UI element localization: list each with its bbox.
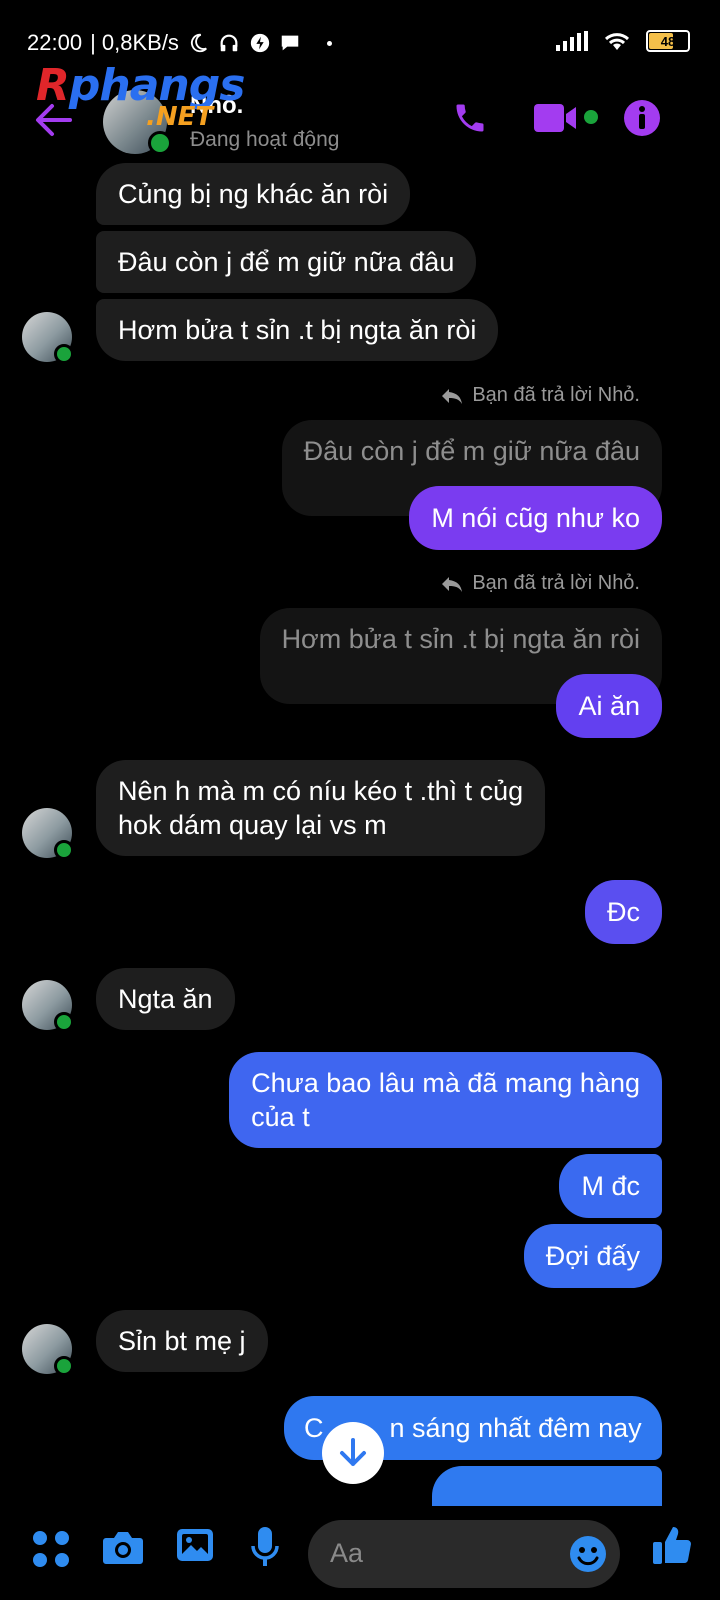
message-bubble[interactable]: Chưa bao lâu mà đã mang hàng của t <box>229 1052 662 1148</box>
wifi-icon <box>604 33 630 50</box>
reply-note: Bạn đã trả lời Nhỏ. <box>440 384 640 407</box>
watermark-part1: R <box>36 60 70 111</box>
online-indicator <box>54 344 74 364</box>
message-input[interactable]: Aa <box>308 1520 620 1588</box>
camera-icon[interactable] <box>102 1528 144 1566</box>
signal-icon <box>556 31 588 51</box>
info-icon[interactable] <box>622 98 662 138</box>
reply-note-text: Bạn đã trả lời Nhỏ. <box>472 572 640 594</box>
network-speed: | 0,8KB/s <box>90 30 179 55</box>
shield-bolt-icon <box>250 33 270 53</box>
arrow-down-icon <box>340 1438 366 1466</box>
battery-icon: 48 <box>646 30 690 52</box>
reply-note: Bạn đã trả lời Nhỏ. <box>440 572 640 595</box>
battery-level: 48 <box>660 33 676 49</box>
scroll-to-bottom-button[interactable] <box>322 1422 384 1484</box>
reply-icon <box>442 576 463 592</box>
message-bubble[interactable]: M nói cũg như ko <box>409 486 662 550</box>
thumbs-up-icon[interactable] <box>652 1524 692 1566</box>
online-indicator <box>54 1012 74 1032</box>
apps-menu-icon[interactable] <box>32 1530 70 1568</box>
emoji-icon[interactable] <box>568 1534 608 1574</box>
watermark-part3: .NET <box>146 102 214 132</box>
contact-avatar-small[interactable] <box>22 980 74 1032</box>
microphone-icon[interactable] <box>250 1526 280 1568</box>
message-line: Nên h mà m có níu kéo t .thì t củg <box>118 776 524 806</box>
message-bubble[interactable]: Ai ăn <box>556 674 662 738</box>
message-input-placeholder: Aa <box>330 1538 364 1568</box>
message-line: hok dám quay lại vs m <box>118 810 387 840</box>
message-bubble[interactable]: Sỉn bt mẹ j <box>96 1310 268 1372</box>
online-indicator <box>148 131 172 155</box>
message-bubble[interactable]: Đc <box>585 880 662 944</box>
message-bubble[interactable]: Nên h mà m có níu kéo t .thì t củg hok d… <box>96 760 546 856</box>
chat-header: Nhỏ. Đang hoạt động Rphangs .NET <box>0 60 720 164</box>
video-call-icon[interactable] <box>534 98 578 138</box>
reply-note-text: Bạn đã trả lời Nhỏ. <box>472 384 640 406</box>
video-active-indicator <box>584 110 598 124</box>
message-bubble[interactable]: Củng bị ng khác ăn ròi <box>96 163 411 225</box>
contact-avatar-small[interactable] <box>22 312 74 364</box>
contact-avatar-small[interactable] <box>22 808 74 860</box>
headphones-icon <box>220 34 238 52</box>
message-bubble[interactable]: Ngta ăn <box>96 968 235 1030</box>
contact-avatar-small[interactable] <box>22 1324 74 1376</box>
online-indicator <box>54 840 74 860</box>
gallery-icon[interactable] <box>176 1526 214 1564</box>
message-text-end: n sáng nhất đêm nay <box>389 1413 642 1443</box>
message-line: của t <box>251 1102 310 1132</box>
watermark-logo: Rphangs .NET <box>36 60 245 132</box>
more-notifications-dot <box>326 40 332 46</box>
reply-icon <box>442 388 463 404</box>
message-bubble[interactable]: Đâu còn j để m giữ nữa đâu <box>96 231 477 293</box>
message-text-start: C <box>304 1413 324 1443</box>
message-bubble[interactable]: Đợi đấy <box>523 1224 662 1288</box>
message-notification-icon <box>281 35 299 51</box>
phone-call-icon[interactable] <box>452 98 488 138</box>
message-bubble[interactable]: M đc <box>559 1154 662 1218</box>
status-time: 22:00 <box>27 30 83 55</box>
moon-icon <box>190 33 207 53</box>
composer-bar: Aa <box>0 1500 720 1600</box>
online-indicator <box>54 1356 74 1376</box>
message-line: Chưa bao lâu mà đã mang hàng <box>251 1068 640 1098</box>
message-bubble[interactable]: Hơm bửa t sỉn .t bị ngta ăn ròi <box>96 299 499 361</box>
